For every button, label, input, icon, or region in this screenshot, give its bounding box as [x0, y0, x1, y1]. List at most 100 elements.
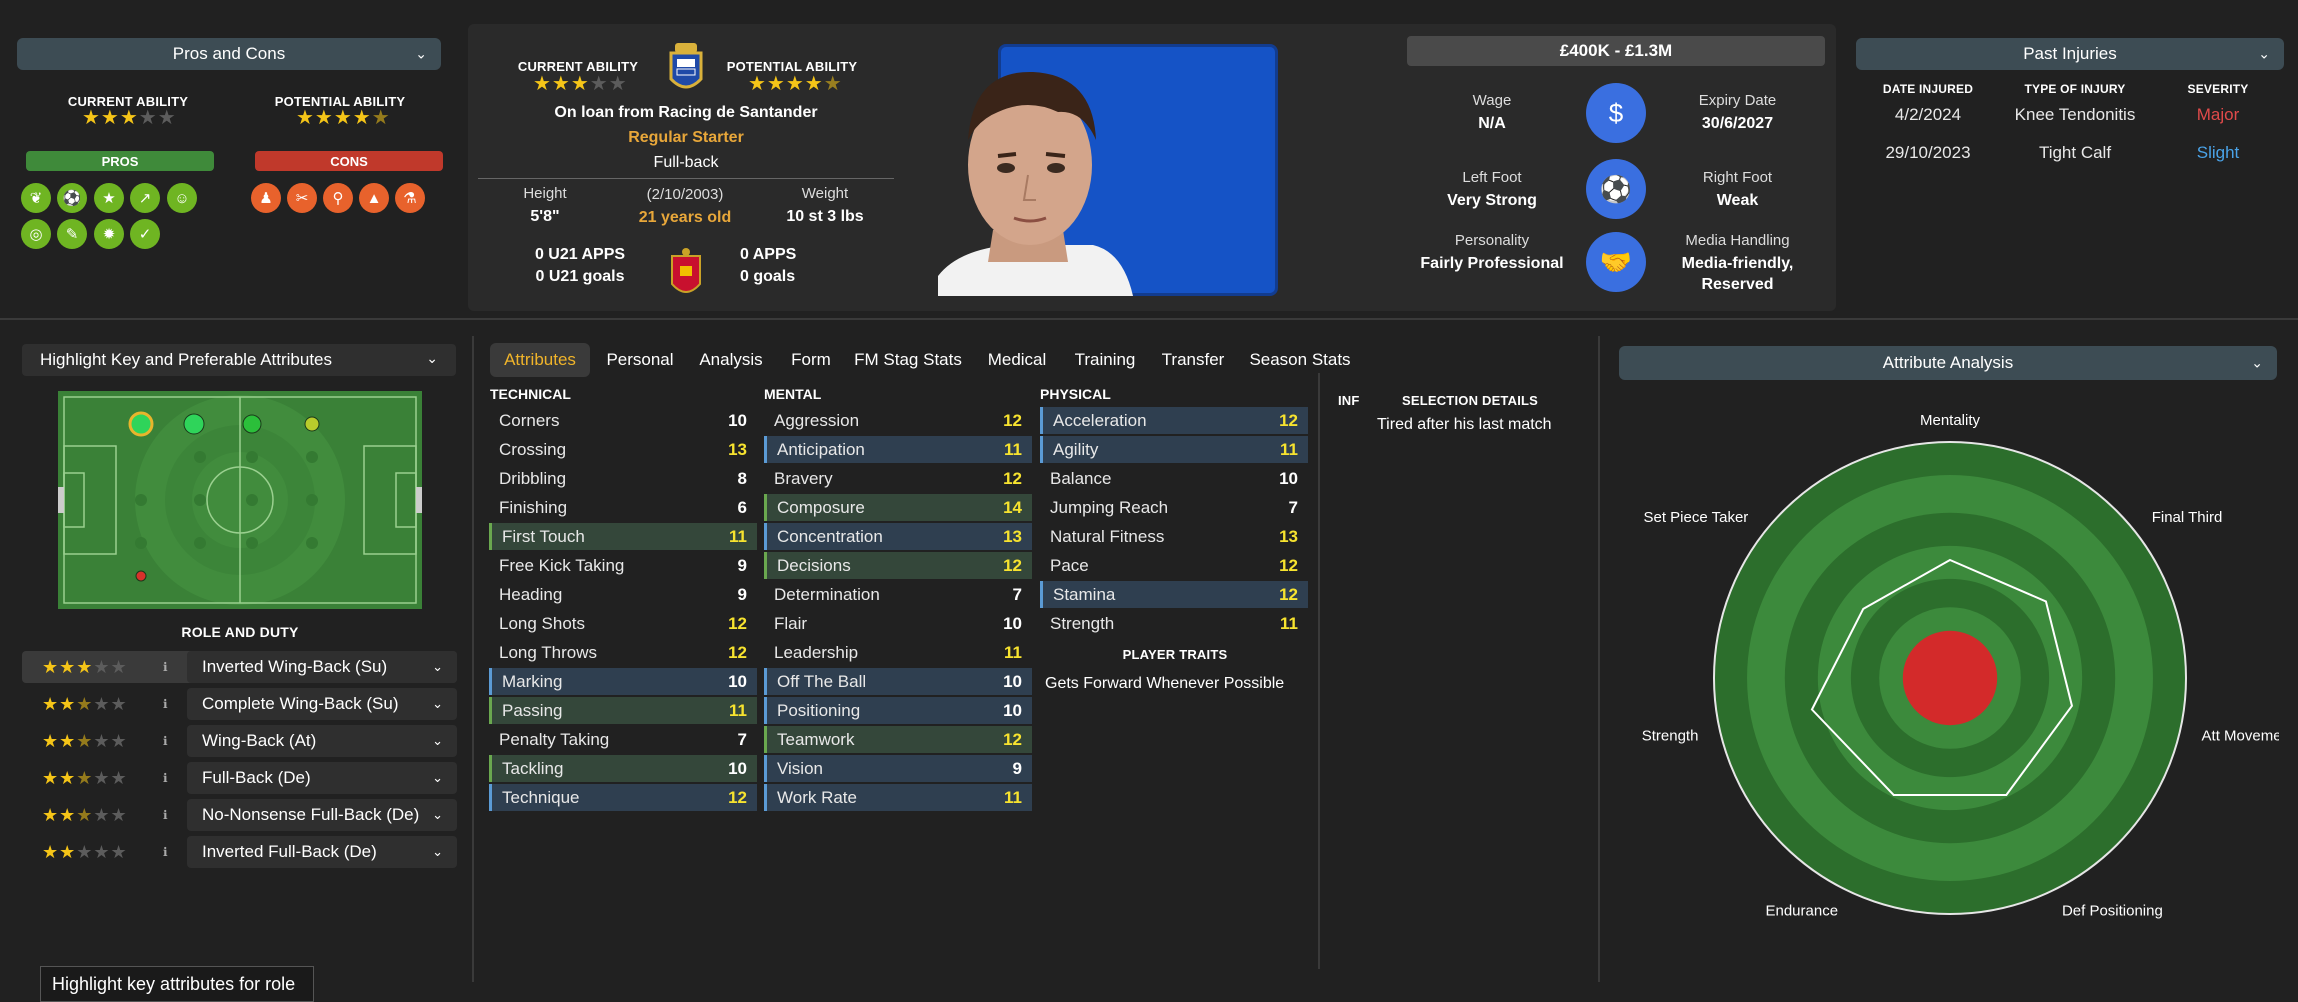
clipboard-icon[interactable]: ✓ — [130, 219, 160, 249]
role-select[interactable]: Inverted Full-Back (De) ⌄ — [187, 836, 457, 868]
tab-medical[interactable]: Medical — [976, 343, 1058, 377]
info-icon[interactable]: ℹ — [163, 845, 168, 859]
attribute-row[interactable]: Stamina 12 — [1040, 581, 1308, 608]
attribute-row[interactable]: Natural Fitness 13 — [1040, 523, 1308, 550]
attribute-row[interactable]: Teamwork 12 — [764, 726, 1032, 753]
role-row[interactable]: ★★★★★ ℹ Inverted Full-Back (De) ⌄ — [22, 836, 457, 868]
target-icon[interactable]: ◎ — [21, 219, 51, 249]
attribute-row[interactable]: Vision 9 — [764, 755, 1032, 782]
tab-attributes[interactable]: Attributes — [490, 343, 590, 377]
info-icon[interactable]: ℹ — [163, 660, 168, 674]
ball-icon[interactable]: ⚽ — [57, 183, 87, 213]
attribute-name: Balance — [1050, 468, 1112, 488]
attribute-value: 12 — [728, 787, 747, 807]
attribute-row[interactable]: Acceleration 12 — [1040, 407, 1308, 434]
attribute-row[interactable]: Work Rate 11 — [764, 784, 1032, 811]
attribute-row[interactable]: Composure 14 — [764, 494, 1032, 521]
attribute-row[interactable]: Jumping Reach 7 — [1040, 494, 1308, 521]
role-select[interactable]: Inverted Wing-Back (Su) ⌄ — [187, 651, 457, 683]
brush-icon[interactable]: ✎ — [57, 219, 87, 249]
attribute-value: 10 — [1003, 671, 1022, 691]
highlight-header[interactable]: Highlight Key and Preferable Attributes … — [22, 344, 456, 376]
attribute-value: 10 — [728, 758, 747, 778]
flask-icon[interactable]: ⚗ — [395, 183, 425, 213]
attribute-row[interactable]: Balance 10 — [1040, 465, 1308, 492]
role-row[interactable]: ★★★★★ ℹ Wing-Back (At) ⌄ — [22, 725, 457, 757]
foot-icon[interactable]: ♟ — [251, 183, 281, 213]
attribute-row[interactable]: Decisions 12 — [764, 552, 1032, 579]
pros-cons-header[interactable]: Pros and Cons ⌄ — [17, 38, 441, 70]
star-icon[interactable]: ★ — [94, 183, 124, 213]
attribute-row[interactable]: Anticipation 11 — [764, 436, 1032, 463]
attribute-row[interactable]: Tackling 10 — [489, 755, 757, 782]
info-icon[interactable]: ℹ — [163, 697, 168, 711]
attribute-row[interactable]: Corners 10 — [489, 407, 757, 434]
role-select[interactable]: Wing-Back (At) ⌄ — [187, 725, 457, 757]
role-row[interactable]: ★★★★★ ℹ Complete Wing-Back (Su) ⌄ — [22, 688, 457, 720]
attribute-row[interactable]: Passing 11 — [489, 697, 757, 724]
attribute-name: Acceleration — [1053, 410, 1147, 430]
role-select[interactable]: Complete Wing-Back (Su) ⌄ — [187, 688, 457, 720]
attribute-row[interactable]: Penalty Taking 7 — [489, 726, 757, 753]
role-select[interactable]: Full-Back (De) ⌄ — [187, 762, 457, 794]
attribute-row[interactable]: Heading 9 — [489, 581, 757, 608]
leaf-icon[interactable]: ❦ — [21, 183, 51, 213]
attribute-row[interactable]: Concentration 13 — [764, 523, 1032, 550]
attribute-row[interactable]: Agility 11 — [1040, 436, 1308, 463]
role-select[interactable]: No-Nonsense Full-Back (De) ⌄ — [187, 799, 457, 831]
info-icon[interactable]: ℹ — [163, 771, 168, 785]
attribute-row[interactable]: Determination 7 — [764, 581, 1032, 608]
attribute-row[interactable]: Long Shots 12 — [489, 610, 757, 637]
attribute-row[interactable]: Finishing 6 — [489, 494, 757, 521]
attribute-row[interactable]: Strength 11 — [1040, 610, 1308, 637]
attribute-row[interactable]: Aggression 12 — [764, 407, 1032, 434]
attribute-row[interactable]: First Touch 11 — [489, 523, 757, 550]
profile-current-ability-label: CURRENT ABILITY — [517, 59, 639, 74]
selection-details-label: SELECTION DETAILS — [1401, 393, 1539, 408]
attribute-row[interactable]: Free Kick Taking 9 — [489, 552, 757, 579]
attribute-name: Flair — [774, 613, 808, 633]
attribute-row[interactable]: Pace 12 — [1040, 552, 1308, 579]
past-injuries-header[interactable]: Past Injuries ⌄ — [1856, 38, 2284, 70]
tab-training[interactable]: Training — [1064, 343, 1146, 377]
attribute-name: Off The Ball — [777, 671, 867, 691]
role-row[interactable]: ★★★★★ ℹ No-Nonsense Full-Back (De) ⌄ — [22, 799, 457, 831]
tab-form[interactable]: Form — [780, 343, 842, 377]
attribute-row[interactable]: Marking 10 — [489, 668, 757, 695]
attribute-analysis-header[interactable]: Attribute Analysis ⌄ — [1619, 346, 2277, 380]
role-row[interactable]: ★★★★★ ℹ Full-Back (De) ⌄ — [22, 762, 457, 794]
attribute-value: 12 — [728, 642, 747, 662]
info-icon[interactable]: ℹ — [163, 808, 168, 822]
tooltip: Highlight key attributes for role — [40, 966, 314, 1002]
attribute-radar: Mentality Final Third Att Movement Def Posi… — [1642, 412, 2279, 919]
role-row[interactable]: ★★★★★ ℹ Inverted Wing-Back (Su) ⌄ — [22, 651, 457, 683]
sprint-icon[interactable]: ✂ — [287, 183, 317, 213]
injury-severity: Major — [2196, 105, 2240, 124]
attribute-row[interactable]: Bravery 12 — [764, 465, 1032, 492]
boot-icon: ⚽ — [1586, 159, 1646, 219]
info-icon[interactable]: ℹ — [163, 734, 168, 748]
tab-season-stats[interactable]: Season Stats — [1240, 343, 1360, 377]
attribute-row[interactable]: Flair 10 — [764, 610, 1032, 637]
tab-personal[interactable]: Personal — [596, 343, 684, 377]
search-icon[interactable]: ⚲ — [323, 183, 353, 213]
chevron-down-icon: ⌄ — [432, 844, 443, 859]
head-icon[interactable]: ☺ — [167, 183, 197, 213]
tab-fm-stag-stats[interactable]: FM Stag Stats — [848, 343, 968, 377]
gear-icon[interactable]: ✹ — [94, 219, 124, 249]
col-injury-type: TYPE OF INJURY — [2024, 82, 2126, 96]
radar-axis-label: Mentality — [1920, 412, 1981, 429]
attribute-row[interactable]: Long Throws 12 — [489, 639, 757, 666]
tab-transfer[interactable]: Transfer — [1152, 343, 1234, 377]
cone-icon[interactable]: ▲ — [359, 183, 389, 213]
trend-icon[interactable]: ↗ — [130, 183, 160, 213]
attribute-row[interactable]: Positioning 10 — [764, 697, 1032, 724]
attribute-row[interactable]: Dribbling 8 — [489, 465, 757, 492]
physical-label: PHYSICAL — [1040, 386, 1111, 402]
attribute-row[interactable]: Crossing 13 — [489, 436, 757, 463]
radar-axis-label: Def Positioning — [2062, 902, 2163, 919]
attribute-row[interactable]: Off The Ball 10 — [764, 668, 1032, 695]
attribute-row[interactable]: Technique 12 — [489, 784, 757, 811]
attribute-row[interactable]: Leadership 11 — [764, 639, 1032, 666]
tab-analysis[interactable]: Analysis — [690, 343, 772, 377]
